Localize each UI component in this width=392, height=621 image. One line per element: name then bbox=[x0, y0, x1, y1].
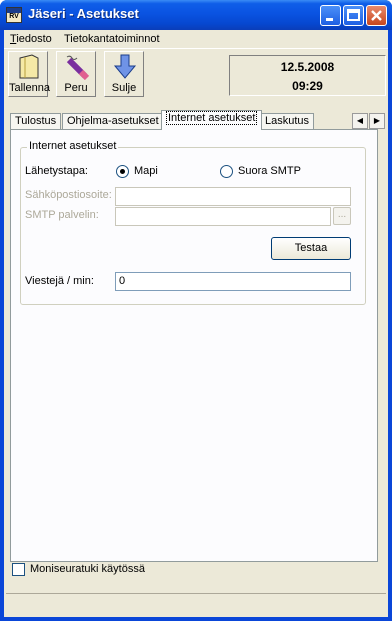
group-title: Internet asetukset bbox=[27, 140, 119, 152]
tab-panel-internet: Internet asetukset Lähetystapa: Mapi Suo… bbox=[10, 129, 378, 562]
save-folder-icon bbox=[19, 54, 39, 79]
window-title: Jäseri - Asetukset bbox=[28, 6, 139, 21]
send-method-label: Lähetystapa: bbox=[25, 165, 88, 177]
mapi-radio[interactable] bbox=[116, 165, 129, 178]
close-icon bbox=[371, 10, 382, 21]
multiclub-label[interactable]: Moniseuratuki käytössä bbox=[30, 563, 145, 575]
title-bar[interactable]: RV Jäseri - Asetukset bbox=[0, 0, 392, 30]
rate-label: Viestejä / min: bbox=[25, 275, 94, 287]
tab-program-settings[interactable]: Ohjelma-asetukset bbox=[62, 113, 164, 130]
smtp-label[interactable]: Suora SMTP bbox=[238, 165, 301, 177]
minimize-button[interactable] bbox=[320, 5, 341, 26]
smtp-radio[interactable] bbox=[220, 165, 233, 178]
toolbar-divider bbox=[4, 48, 388, 49]
menu-database[interactable]: Tietokantatoiminnot bbox=[64, 33, 160, 45]
tab-strip: Tulostus Ohjelma-asetukset Internet aset… bbox=[4, 110, 388, 130]
cancel-button[interactable]: Peru bbox=[56, 51, 96, 97]
app-icon[interactable]: RV bbox=[6, 7, 22, 23]
status-bar bbox=[6, 593, 386, 613]
tab-internet-settings[interactable]: Internet asetukset bbox=[161, 110, 263, 130]
smtp-server-field[interactable] bbox=[115, 207, 331, 226]
rate-field[interactable]: 0 bbox=[115, 272, 351, 291]
mapi-label[interactable]: Mapi bbox=[134, 165, 158, 177]
app-window: RV Jäseri - Asetukset Tiedosto Tietokant… bbox=[0, 0, 392, 621]
maximize-button[interactable] bbox=[343, 5, 364, 26]
tab-printing[interactable]: Tulostus bbox=[10, 113, 62, 130]
menu-bar: Tiedosto Tietokantatoiminnot bbox=[4, 30, 388, 48]
tab-scroll-right-button[interactable]: ▶ bbox=[369, 113, 385, 129]
close-window-button[interactable] bbox=[366, 5, 387, 26]
client-area: Tiedosto Tietokantatoiminnot Tallenna Pe… bbox=[4, 30, 388, 617]
down-arrow-icon bbox=[113, 54, 137, 79]
smtp-server-label: SMTP palvelin: bbox=[25, 209, 99, 221]
menu-file[interactable]: Tiedosto bbox=[10, 33, 52, 45]
multiclub-checkbox[interactable] bbox=[12, 563, 25, 576]
close-button[interactable]: Sulje bbox=[104, 51, 144, 97]
eraser-pencil-icon bbox=[66, 55, 90, 80]
email-label: Sähköpostiosoite: bbox=[25, 189, 112, 201]
date-display: 12.5.2008 bbox=[280, 60, 335, 74]
tab-billing[interactable]: Laskutus bbox=[260, 113, 315, 130]
save-button[interactable]: Tallenna bbox=[8, 51, 50, 97]
minimize-icon bbox=[326, 18, 333, 21]
test-button[interactable]: Testaa bbox=[271, 237, 351, 260]
email-field[interactable] bbox=[115, 187, 351, 206]
datetime-display: 12.5.2008 09:29 bbox=[229, 55, 386, 96]
time-display: 09:29 bbox=[292, 79, 323, 93]
internet-settings-group: Internet asetukset Lähetystapa: Mapi Suo… bbox=[20, 140, 366, 305]
browse-button[interactable]: ... bbox=[333, 207, 351, 225]
maximize-icon bbox=[347, 9, 360, 21]
tab-scroll-left-button[interactable]: ◀ bbox=[352, 113, 368, 129]
